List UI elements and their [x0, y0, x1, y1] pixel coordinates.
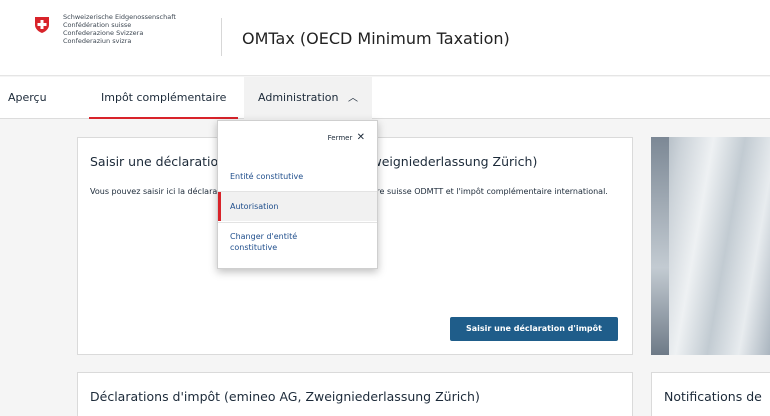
main-navigation: Aperçu Impôt complémentaire Administrati… [0, 77, 770, 119]
swiss-coat-of-arms-icon[interactable] [34, 16, 50, 34]
nav-item-administration[interactable]: Administration ︿ [244, 77, 372, 119]
decorative-image [651, 137, 770, 355]
confederation-line: Schweizerische Eidgenossenschaft [63, 13, 176, 21]
card-title: Déclarations d'impôt (emineo AG, Zweigni… [90, 389, 480, 404]
confederation-line: Confédération suisse [63, 21, 132, 29]
administration-dropdown: Fermer ✕ Entité constitutive Autorisatio… [217, 120, 378, 269]
app-title: OMTax (OECD Minimum Taxation) [242, 29, 510, 48]
header-divider [221, 18, 222, 56]
confederation-names: Schweizerische Eidgenossenschaft Confédé… [63, 13, 176, 45]
app-header: Schweizerische Eidgenossenschaft Confédé… [0, 0, 770, 76]
nav-item-administration-label: Administration [258, 91, 339, 104]
close-icon: ✕ [356, 132, 365, 143]
enter-tax-declaration-button[interactable]: Saisir une déclaration d'impôt [450, 317, 618, 341]
menu-divider [218, 222, 377, 223]
menu-item-changer-entite[interactable]: Changer d'entité constitutive [218, 231, 338, 253]
close-label: Fermer [327, 134, 353, 142]
tax-declarations-card: Déclarations d'impôt (emineo AG, Zweigni… [77, 372, 633, 416]
nav-item-apercu[interactable]: Aperçu [8, 77, 47, 119]
notifications-card: Notifications de [651, 372, 770, 416]
menu-item-autorisation[interactable]: Autorisation [218, 192, 377, 221]
nav-item-impot-complementaire[interactable]: Impôt complémentaire [89, 77, 239, 119]
close-dropdown-button[interactable]: Fermer ✕ [328, 132, 365, 143]
confederation-line: Confederazione Svizzera [63, 29, 144, 37]
card-title: Notifications de [664, 389, 762, 404]
menu-item-entite-constitutive[interactable]: Entité constitutive [218, 167, 377, 187]
chevron-up-icon: ︿ [348, 93, 358, 104]
confederation-line: Confederaziun svizra [63, 37, 132, 45]
